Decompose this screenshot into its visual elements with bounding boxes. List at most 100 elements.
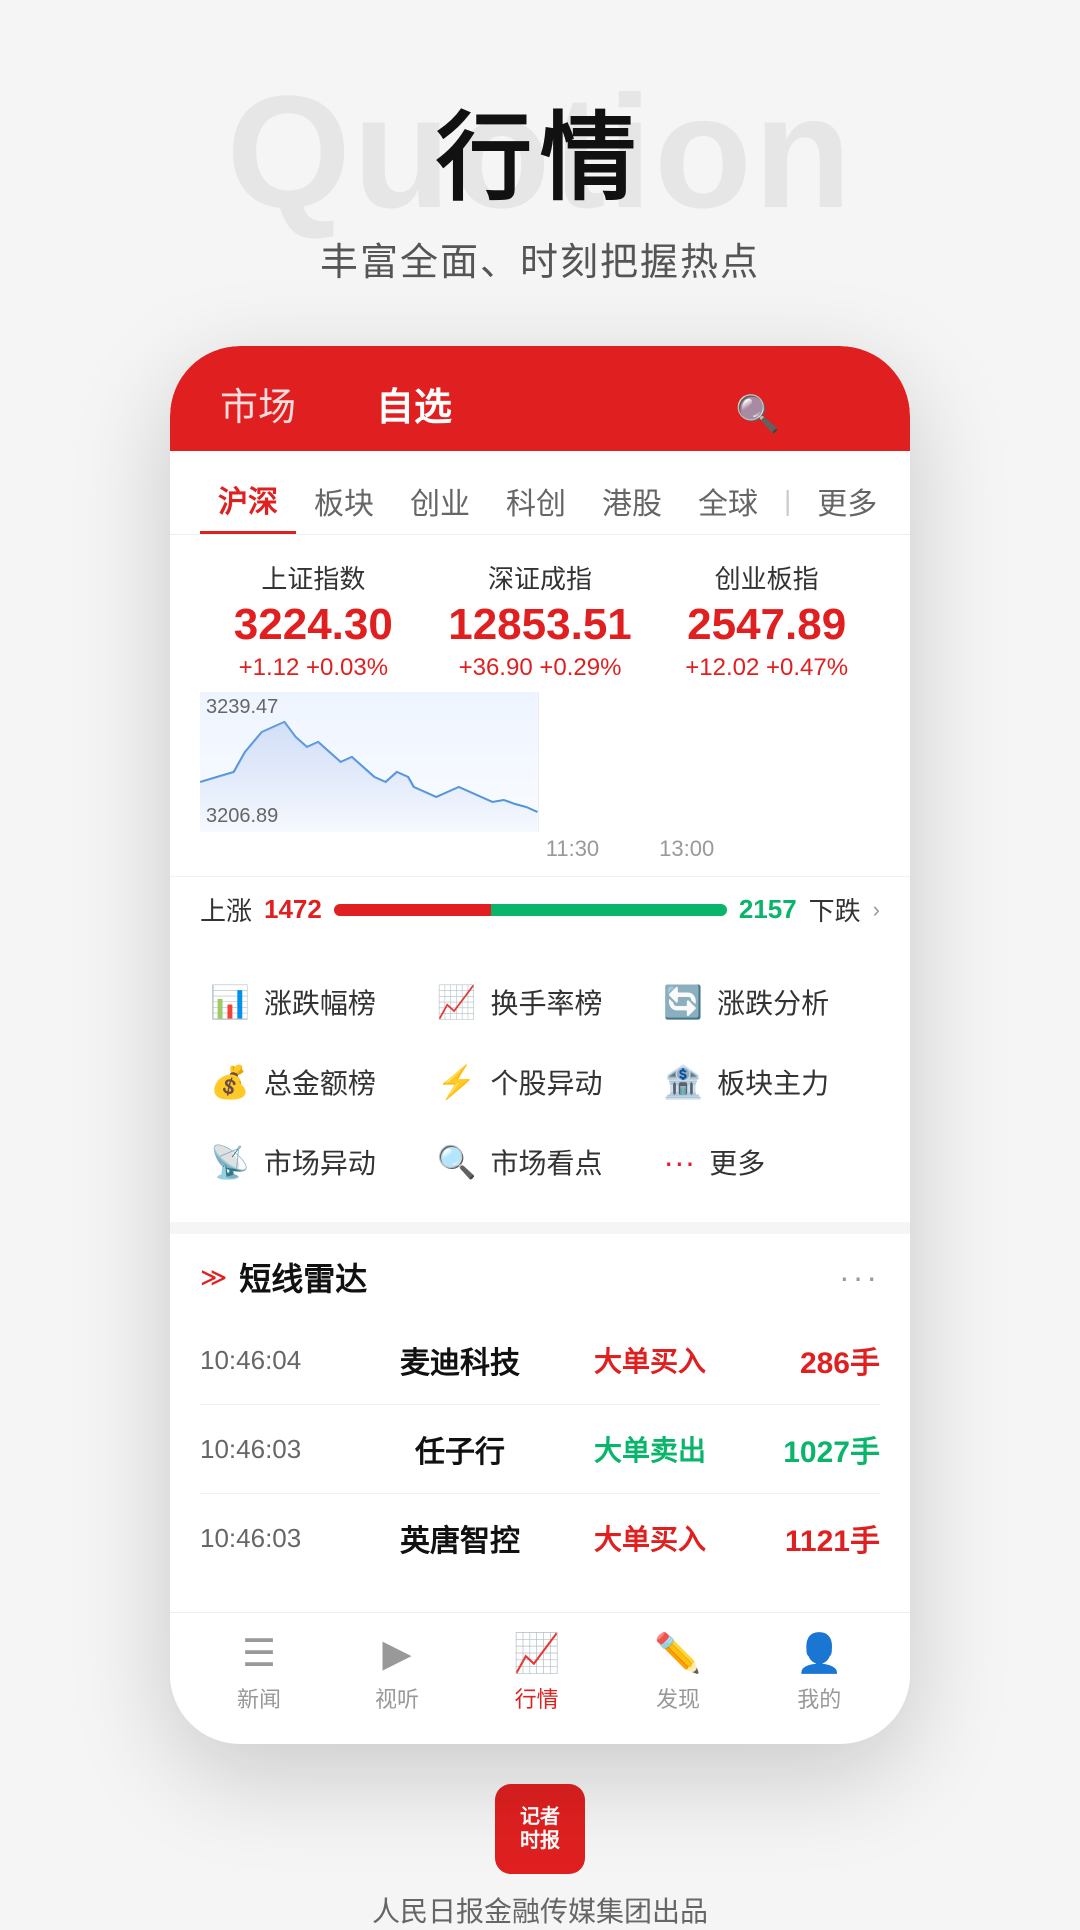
section-divider (170, 1222, 910, 1234)
menu-total-amount[interactable]: 💰 总金额榜 (200, 1042, 427, 1122)
radar-row-3[interactable]: 10:46:03 英唐智控 大单买入 1121手 (200, 1494, 880, 1582)
menu-market-change[interactable]: 📡 市场异动 (200, 1122, 427, 1202)
index-chuangye-change: +12.02 +0.47% (653, 654, 880, 682)
menu-rise-fall-label: 涨跌幅榜 (264, 982, 376, 1022)
radar-action-1: 大单买入 (560, 1340, 740, 1380)
rise-fall-bar[interactable]: 上涨 1472 2157 下跌 › (170, 876, 910, 942)
nav-item-market[interactable]: 📈 行情 (513, 1632, 560, 1714)
chart-low-label: 3206.89 (206, 805, 278, 828)
sector-force-icon: 🏦 (663, 1063, 703, 1101)
rise-fall-icon: 📊 (210, 983, 250, 1021)
index-shanghai-value: 3224.30 (200, 600, 427, 650)
menu-sector-force[interactable]: 🏦 板块主力 (653, 1042, 880, 1122)
menu-turnover[interactable]: 📈 换手率榜 (427, 962, 654, 1042)
nav-item-news[interactable]: ☰ 新闻 (237, 1631, 281, 1714)
radar-row-2[interactable]: 10:46:03 任子行 大单卖出 1027手 (200, 1405, 880, 1494)
tab-ganggu[interactable]: 港股 (584, 469, 680, 533)
menu-analysis[interactable]: 🔄 涨跌分析 (653, 962, 880, 1042)
index-shenzhen[interactable]: 深证成指 12853.51 +36.90 +0.29% (427, 559, 654, 682)
menu-analysis-label: 涨跌分析 (717, 982, 829, 1022)
chart-time: 11:30 13:00 (200, 832, 880, 866)
index-shanghai[interactable]: 上证指数 3224.30 +1.12 +0.03% (200, 559, 427, 682)
audio-video-icon: ▶ (382, 1631, 411, 1676)
index-shanghai-name: 上证指数 (200, 559, 427, 596)
menu-stock-change-label: 个股异动 (491, 1062, 603, 1102)
radar-header: ≫ 短线雷达 ··· (200, 1254, 880, 1300)
tab-quanqiu[interactable]: 全球 (680, 469, 776, 533)
tab-bar: 沪深 板块 创业 科创 港股 全球 | 更多 (170, 451, 910, 535)
menu-market-view-label: 市场看点 (491, 1142, 603, 1182)
radar-action-3: 大单买入 (560, 1518, 740, 1558)
market-change-icon: 📡 (210, 1143, 250, 1181)
radar-title: 短线雷达 (239, 1254, 367, 1300)
fall-label: 下跌 (809, 891, 861, 928)
rise-fall-bar-visual (334, 904, 727, 916)
arrow-right-icon: › (873, 897, 880, 923)
index-chuangye-value: 2547.89 (653, 600, 880, 650)
menu-stock-change[interactable]: ⚡ 个股异动 (427, 1042, 654, 1122)
menu-total-amount-label: 总金额榜 (264, 1062, 376, 1102)
nav-audio-video-label: 视听 (375, 1682, 419, 1714)
nav-watchlist[interactable]: 自选 (376, 376, 452, 431)
index-shenzhen-change: +36.90 +0.29% (427, 654, 654, 682)
more-icon: ··· (663, 1144, 695, 1181)
tab-bankuai[interactable]: 板块 (296, 469, 392, 533)
radar-section: ≫ 短线雷达 ··· 10:46:04 麦迪科技 大单买入 286手 10:46… (170, 1234, 910, 1602)
radar-stock-2: 任子行 (360, 1427, 560, 1471)
tab-hushen[interactable]: 沪深 (200, 467, 296, 534)
menu-rise-fall[interactable]: 📊 涨跌幅榜 (200, 962, 427, 1042)
footer-logo-text: 记者 时报 (520, 1805, 560, 1853)
nav-item-discover[interactable]: ✏️ 发现 (654, 1632, 701, 1714)
page-footer: 记者 时报 人民日报金融传媒集团出品 (0, 1784, 1080, 1930)
radar-stock-1: 麦迪科技 (360, 1338, 560, 1382)
radar-action-2: 大单卖出 (560, 1429, 740, 1469)
market-view-icon: 🔍 (437, 1143, 477, 1181)
app-nav-wrapper: 市场 自选 🔍 (220, 376, 860, 451)
page-subtitle: 丰富全面、时刻把握热点 (0, 231, 1080, 286)
radar-row-1[interactable]: 10:46:04 麦迪科技 大单买入 286手 (200, 1316, 880, 1405)
phone-mockup: 市场 自选 🔍 沪深 板块 创业 科创 港股 全球 | 更多 上证指数 3224… (170, 346, 910, 1744)
radar-more-icon[interactable]: ··· (839, 1259, 880, 1296)
rise-count: 1472 (264, 894, 322, 925)
nav-item-mine[interactable]: 👤 我的 (796, 1632, 843, 1714)
radar-time-3: 10:46:03 (200, 1523, 360, 1554)
chart-container: 3239.47 3206.89 (200, 692, 880, 832)
bar-green (491, 904, 727, 916)
chart-time-1130: 11:30 (546, 836, 599, 862)
fall-count: 2157 (739, 894, 797, 925)
index-chuangye-name: 创业板指 (653, 559, 880, 596)
radar-amount-2: 1027手 (740, 1427, 880, 1471)
chart-right (543, 692, 881, 832)
search-icon[interactable]: 🔍 (735, 393, 780, 435)
menu-market-change-label: 市场异动 (264, 1142, 376, 1182)
tab-chuangye[interactable]: 创业 (392, 469, 488, 533)
bar-red (334, 904, 491, 916)
nav-mine-label: 我的 (797, 1682, 841, 1714)
radar-chevron-icon: ≫ (200, 1262, 227, 1293)
menu-sector-force-label: 板块主力 (717, 1062, 829, 1102)
index-shenzhen-name: 深证成指 (427, 559, 654, 596)
page-title: 行情 (0, 80, 1080, 219)
chart-area[interactable]: 3239.47 3206.89 11:30 13:00 (170, 692, 910, 876)
footer-company: 人民日报金融传媒集团出品 (0, 1890, 1080, 1930)
tab-more[interactable]: 更多 (799, 469, 895, 533)
chart-high-label: 3239.47 (206, 696, 278, 719)
tab-kechuang[interactable]: 科创 (488, 469, 584, 533)
app-nav: 市场 自选 (220, 376, 452, 451)
menu-market-view[interactable]: 🔍 市场看点 (427, 1122, 654, 1202)
rise-label: 上涨 (200, 891, 252, 928)
nav-market-label: 行情 (515, 1682, 559, 1714)
radar-stock-3: 英唐智控 (360, 1516, 560, 1560)
nav-market[interactable]: 市场 (220, 376, 296, 431)
nav-discover-label: 发现 (656, 1682, 700, 1714)
menu-more[interactable]: ··· 更多 (653, 1122, 880, 1202)
index-section: 上证指数 3224.30 +1.12 +0.03% 深证成指 12853.51 … (170, 535, 910, 692)
radar-amount-1: 286手 (740, 1338, 880, 1382)
nav-item-audio-video[interactable]: ▶ 视听 (375, 1631, 419, 1714)
stock-change-icon: ⚡ (437, 1063, 477, 1101)
menu-grid: 📊 涨跌幅榜 📈 换手率榜 🔄 涨跌分析 💰 总金额榜 ⚡ 个股异动 🏦 板块主… (170, 942, 910, 1222)
index-chuangye[interactable]: 创业板指 2547.89 +12.02 +0.47% (653, 559, 880, 682)
radar-title-group: ≫ 短线雷达 (200, 1254, 367, 1300)
market-active-icon: 📈 (513, 1632, 560, 1676)
index-shanghai-change: +1.12 +0.03% (200, 654, 427, 682)
